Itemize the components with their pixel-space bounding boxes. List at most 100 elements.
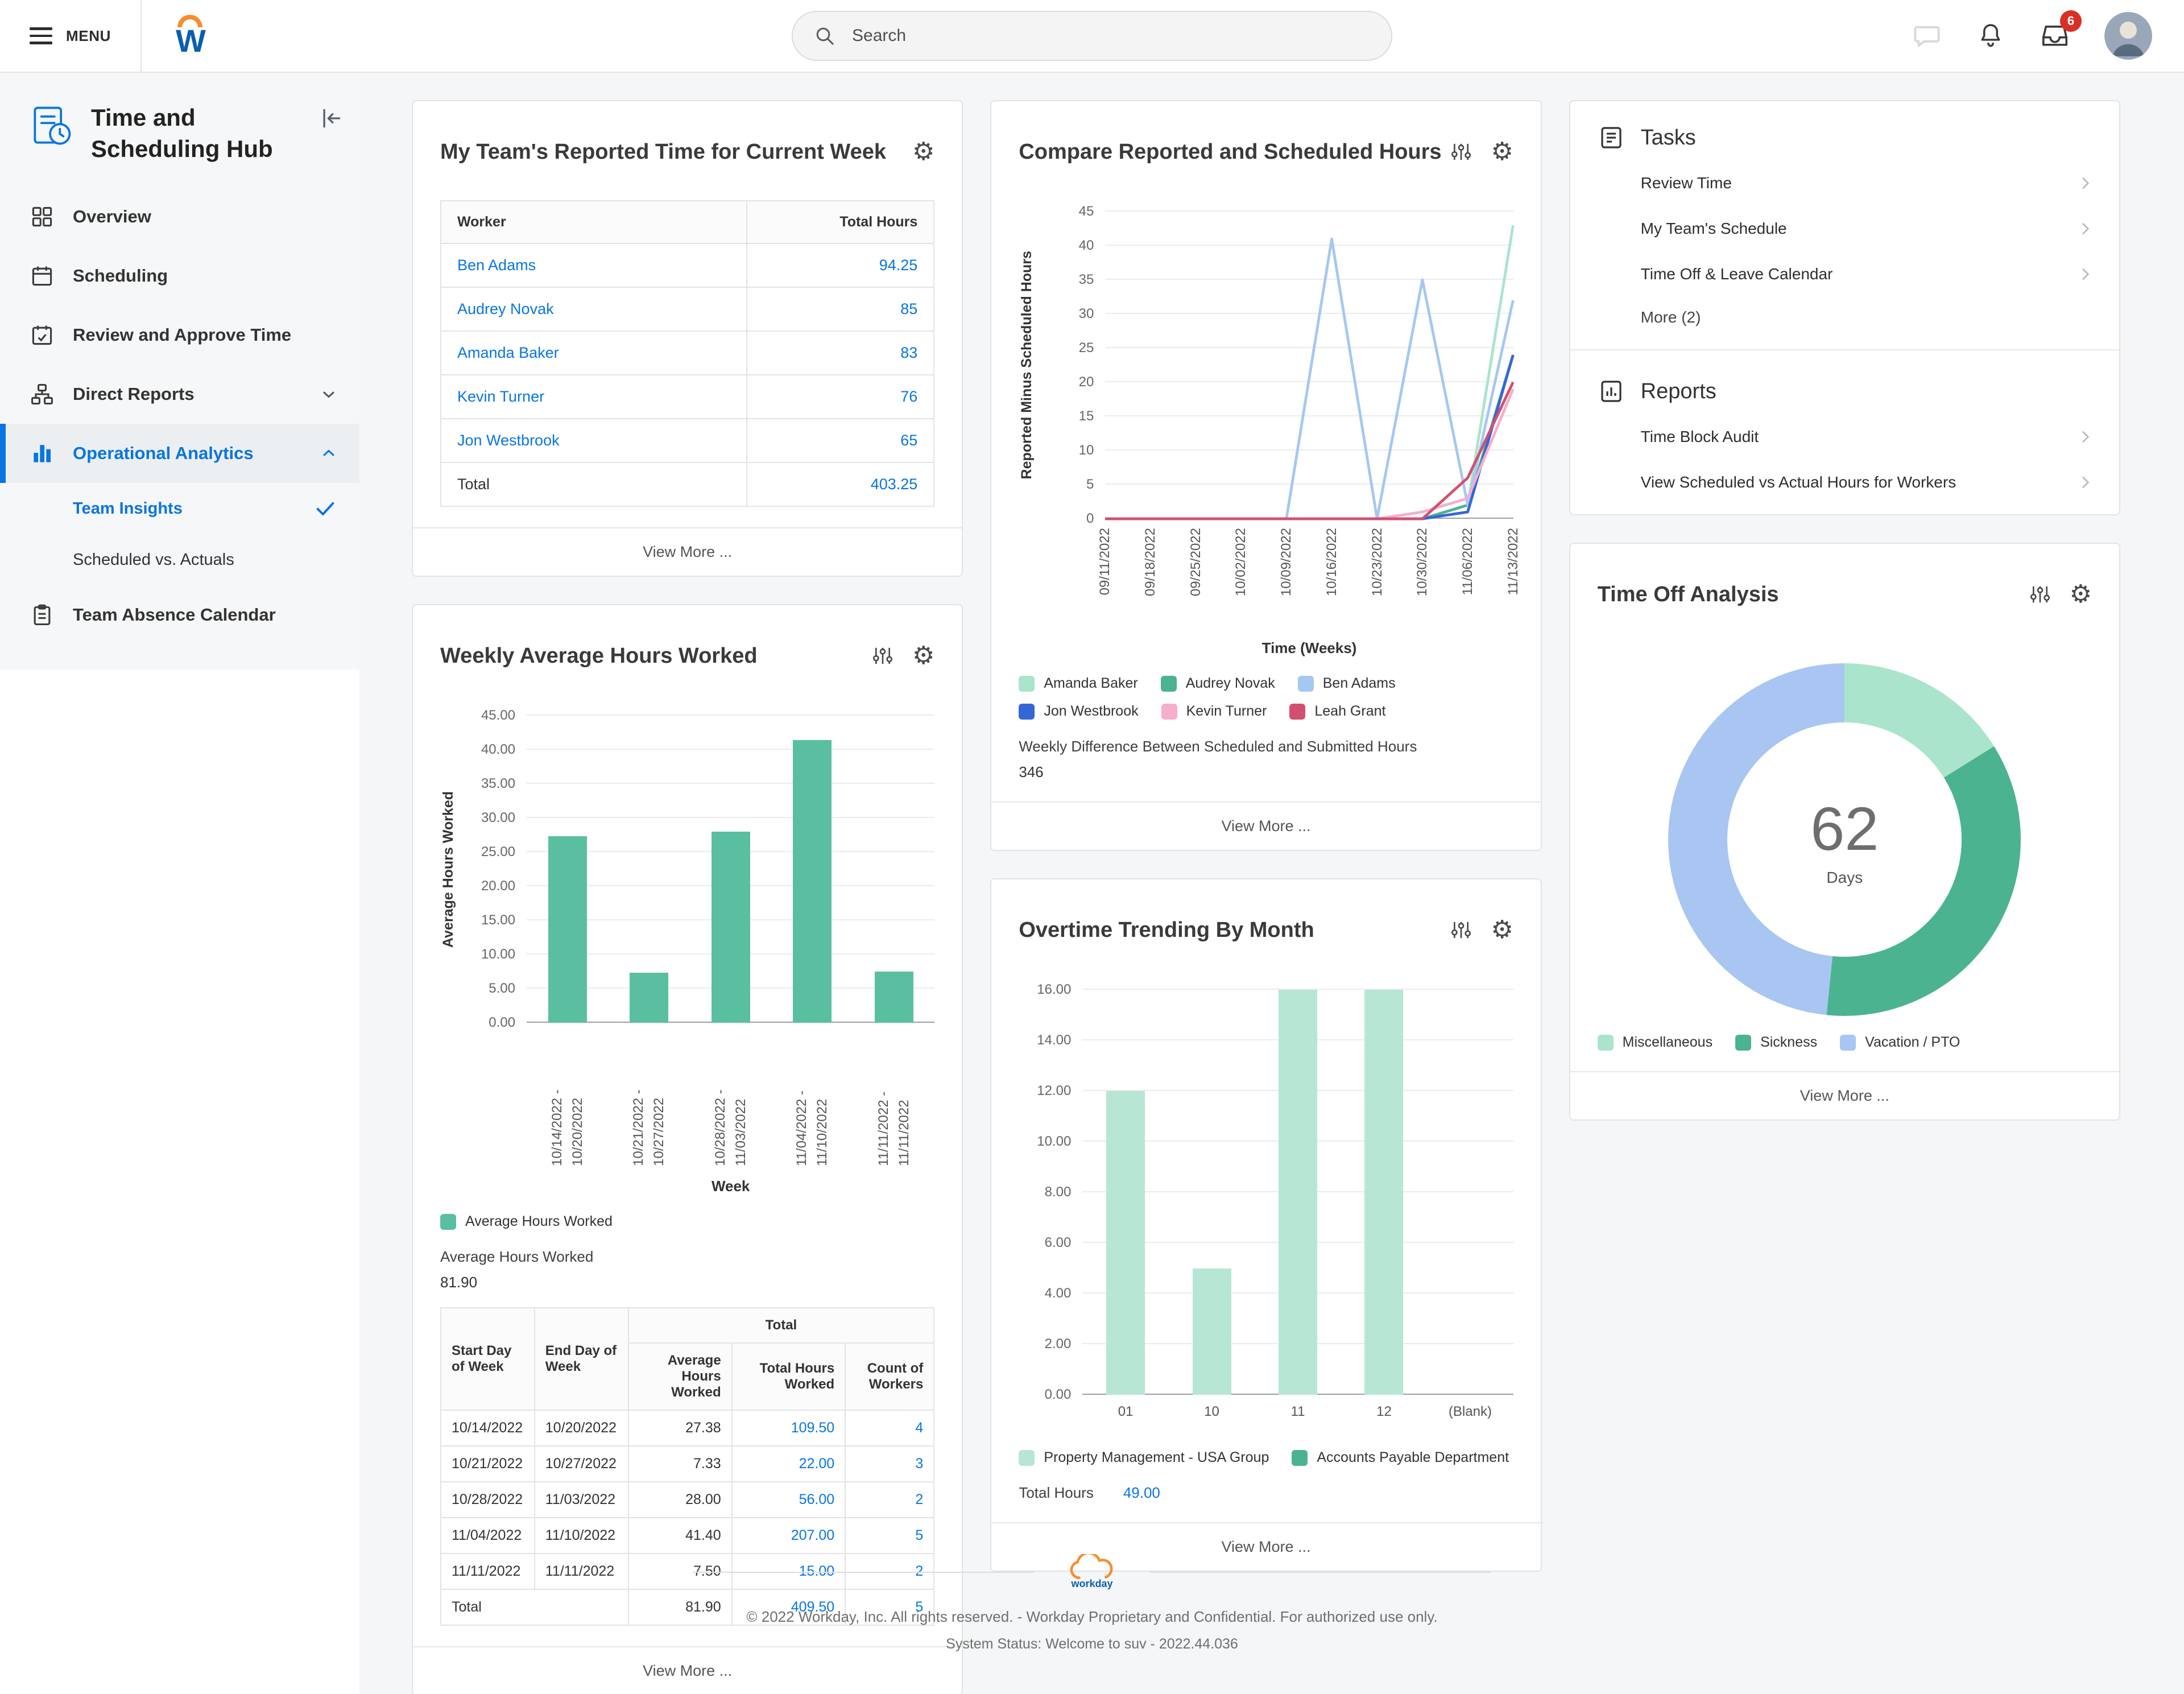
- legend-entry: Sickness: [1735, 1034, 1817, 1051]
- legend-chip: [1598, 1035, 1614, 1051]
- sidebar-item-scheduling[interactable]: Scheduling: [0, 246, 359, 305]
- filter-icon[interactable]: [871, 644, 894, 667]
- gear-icon[interactable]: ⚙: [912, 139, 934, 164]
- view-more-link[interactable]: View More ...: [991, 801, 1540, 850]
- axis-tick-label: 30: [1079, 306, 1094, 322]
- axis-tick-label: 5: [1086, 477, 1094, 493]
- x-tick-label: 10/02/2022: [1233, 528, 1249, 596]
- sidebar-subitem-team-insights[interactable]: Team Insights: [0, 483, 359, 534]
- inbox-button[interactable]: 6: [2040, 20, 2070, 51]
- table-row: 11/04/202211/10/202241.40207.005: [441, 1518, 934, 1553]
- topbar-right: 6: [1912, 12, 2152, 60]
- total-hours-link[interactable]: 85: [747, 287, 934, 331]
- menu-button[interactable]: MENU: [0, 0, 140, 72]
- axis-tick-label: 14.00: [1037, 1032, 1071, 1048]
- x-slot: (Blank): [1427, 1395, 1513, 1431]
- series-line: [1105, 382, 1513, 519]
- legend-label: Jon Westbrook: [1044, 703, 1138, 720]
- cell[interactable]: 207.00: [732, 1518, 845, 1553]
- legend-chip: [1289, 704, 1305, 720]
- cell[interactable]: 22.00: [732, 1446, 845, 1482]
- axis-tick-label: 20.00: [481, 878, 515, 894]
- legend-entry: Jon Westbrook: [1019, 703, 1138, 720]
- main-content: My Team's Reported Time for Current Week…: [359, 73, 2184, 1694]
- view-more-link[interactable]: View More ...: [413, 1646, 962, 1694]
- table-row: 10/28/202211/03/202228.0056.002: [441, 1482, 934, 1518]
- worker-link[interactable]: Audrey Novak: [441, 287, 747, 331]
- sidebar-item-operational-analytics[interactable]: Operational Analytics: [0, 424, 359, 483]
- cell[interactable]: 3: [845, 1446, 934, 1482]
- x-slot: 10: [1169, 1395, 1255, 1431]
- worker-link[interactable]: Amanda Baker: [441, 331, 747, 375]
- total-hours-link[interactable]: 94.25: [747, 243, 934, 287]
- plot-area: 051015202530354045: [1105, 212, 1513, 519]
- sidebar-item-label: Scheduling: [73, 266, 168, 286]
- notifications-button[interactable]: [1976, 21, 2005, 51]
- total-hours-link[interactable]: 83: [747, 331, 934, 375]
- search-input[interactable]: [850, 25, 1371, 47]
- x-axis-labels: 01101112(Blank): [1082, 1395, 1513, 1431]
- task-item-time-off-calendar[interactable]: Time Off & Leave Calendar: [1570, 251, 2119, 297]
- sidebar-item-overview[interactable]: Overview: [0, 187, 359, 246]
- summary-label: Total Hours: [1019, 1484, 1094, 1502]
- axis-tick-label: 45: [1079, 204, 1094, 220]
- worker-link[interactable]: Jon Westbrook: [441, 419, 747, 462]
- filter-icon[interactable]: [2029, 583, 2051, 606]
- report-item-time-block-audit[interactable]: Time Block Audit: [1570, 414, 2119, 460]
- axis-tick-label: 16.00: [1037, 982, 1071, 998]
- search-bar[interactable]: [792, 11, 1392, 61]
- cell[interactable]: 56.00: [732, 1482, 845, 1518]
- x-tick-label: 10/28/2022 - 11/03/2022: [710, 1032, 751, 1166]
- topbar-center: [792, 11, 1392, 61]
- sidebar-item-review-approve-time[interactable]: Direct Reports Review and Approve Time: [0, 305, 359, 365]
- topbar-divider: [140, 0, 142, 72]
- cell[interactable]: 2: [845, 1482, 934, 1518]
- total-hours-value[interactable]: 403.25: [747, 462, 934, 506]
- chart-legend: Average Hours Worked: [440, 1213, 934, 1230]
- weekly-average-hours-chart: Average Hours Worked 0.005.0010.0015.002…: [440, 716, 934, 1195]
- cell[interactable]: 4: [845, 1410, 934, 1446]
- sidebar-item-team-absence-calendar[interactable]: Team Absence Calendar: [0, 585, 359, 644]
- x-axis-title: Week: [527, 1177, 934, 1195]
- weekly-average-hours-card: Weekly Average Hours Worked ⚙ Average Ho…: [412, 604, 963, 1694]
- workday-logo[interactable]: W: [176, 15, 205, 57]
- view-more-link[interactable]: View More ...: [413, 527, 962, 576]
- x-tick-label: 12: [1376, 1395, 1392, 1431]
- task-item-review-time[interactable]: Review Time: [1570, 160, 2119, 206]
- sidebar-subitem-scheduled-vs-actuals[interactable]: Scheduled vs. Actuals: [0, 534, 359, 585]
- legend-entry: Average Hours Worked: [440, 1213, 613, 1230]
- sidebar-item-direct-reports[interactable]: Direct Reports: [0, 365, 359, 424]
- x-tick-label: 10/30/2022: [1414, 528, 1430, 596]
- profile-button[interactable]: [2104, 12, 2152, 60]
- view-more-link[interactable]: View More ...: [1570, 1071, 2119, 1119]
- gear-icon[interactable]: ⚙: [1491, 139, 1513, 164]
- summary-value: 346: [1019, 763, 1513, 781]
- x-tick-label: 01: [1118, 1395, 1134, 1431]
- chat-icon: [1912, 21, 1942, 51]
- gear-icon[interactable]: ⚙: [2070, 582, 2092, 607]
- task-item-team-schedule[interactable]: My Team's Schedule: [1570, 206, 2119, 251]
- worker-link[interactable]: Kevin Turner: [441, 375, 747, 419]
- x-slot: 01: [1082, 1395, 1168, 1431]
- collapse-sidebar-button[interactable]: [318, 106, 344, 131]
- report-item-scheduled-vs-actual[interactable]: View Scheduled vs Actual Hours for Worke…: [1570, 460, 2119, 505]
- chat-button[interactable]: [1912, 21, 1942, 51]
- cell: 11/03/2022: [535, 1482, 628, 1518]
- worker-link[interactable]: Ben Adams: [441, 243, 747, 287]
- total-hours-link[interactable]: 65: [747, 419, 934, 462]
- gear-icon[interactable]: ⚙: [1491, 918, 1513, 943]
- plot-area: 0.002.004.006.008.0010.0012.0014.0016.00: [1082, 990, 1513, 1395]
- column-2: Compare Reported and Scheduled Hours ⚙ R…: [990, 100, 1541, 1572]
- donut-value: 62: [1810, 793, 1879, 864]
- filter-icon[interactable]: [1450, 141, 1472, 163]
- cell[interactable]: 5: [845, 1518, 934, 1553]
- cell[interactable]: 109.50: [732, 1410, 845, 1446]
- total-hours-link[interactable]: 76: [747, 375, 934, 419]
- table-row: 10/21/202210/27/20227.3322.003: [441, 1446, 934, 1482]
- legend-label: Vacation / PTO: [1865, 1034, 1960, 1051]
- gear-icon[interactable]: ⚙: [912, 643, 934, 668]
- summary-value[interactable]: 49.00: [1123, 1484, 1160, 1502]
- tasks-more-link[interactable]: More (2): [1570, 297, 2119, 336]
- x-tick-text: 09/11/2022: [1097, 528, 1113, 595]
- cell: 41.40: [628, 1518, 732, 1553]
